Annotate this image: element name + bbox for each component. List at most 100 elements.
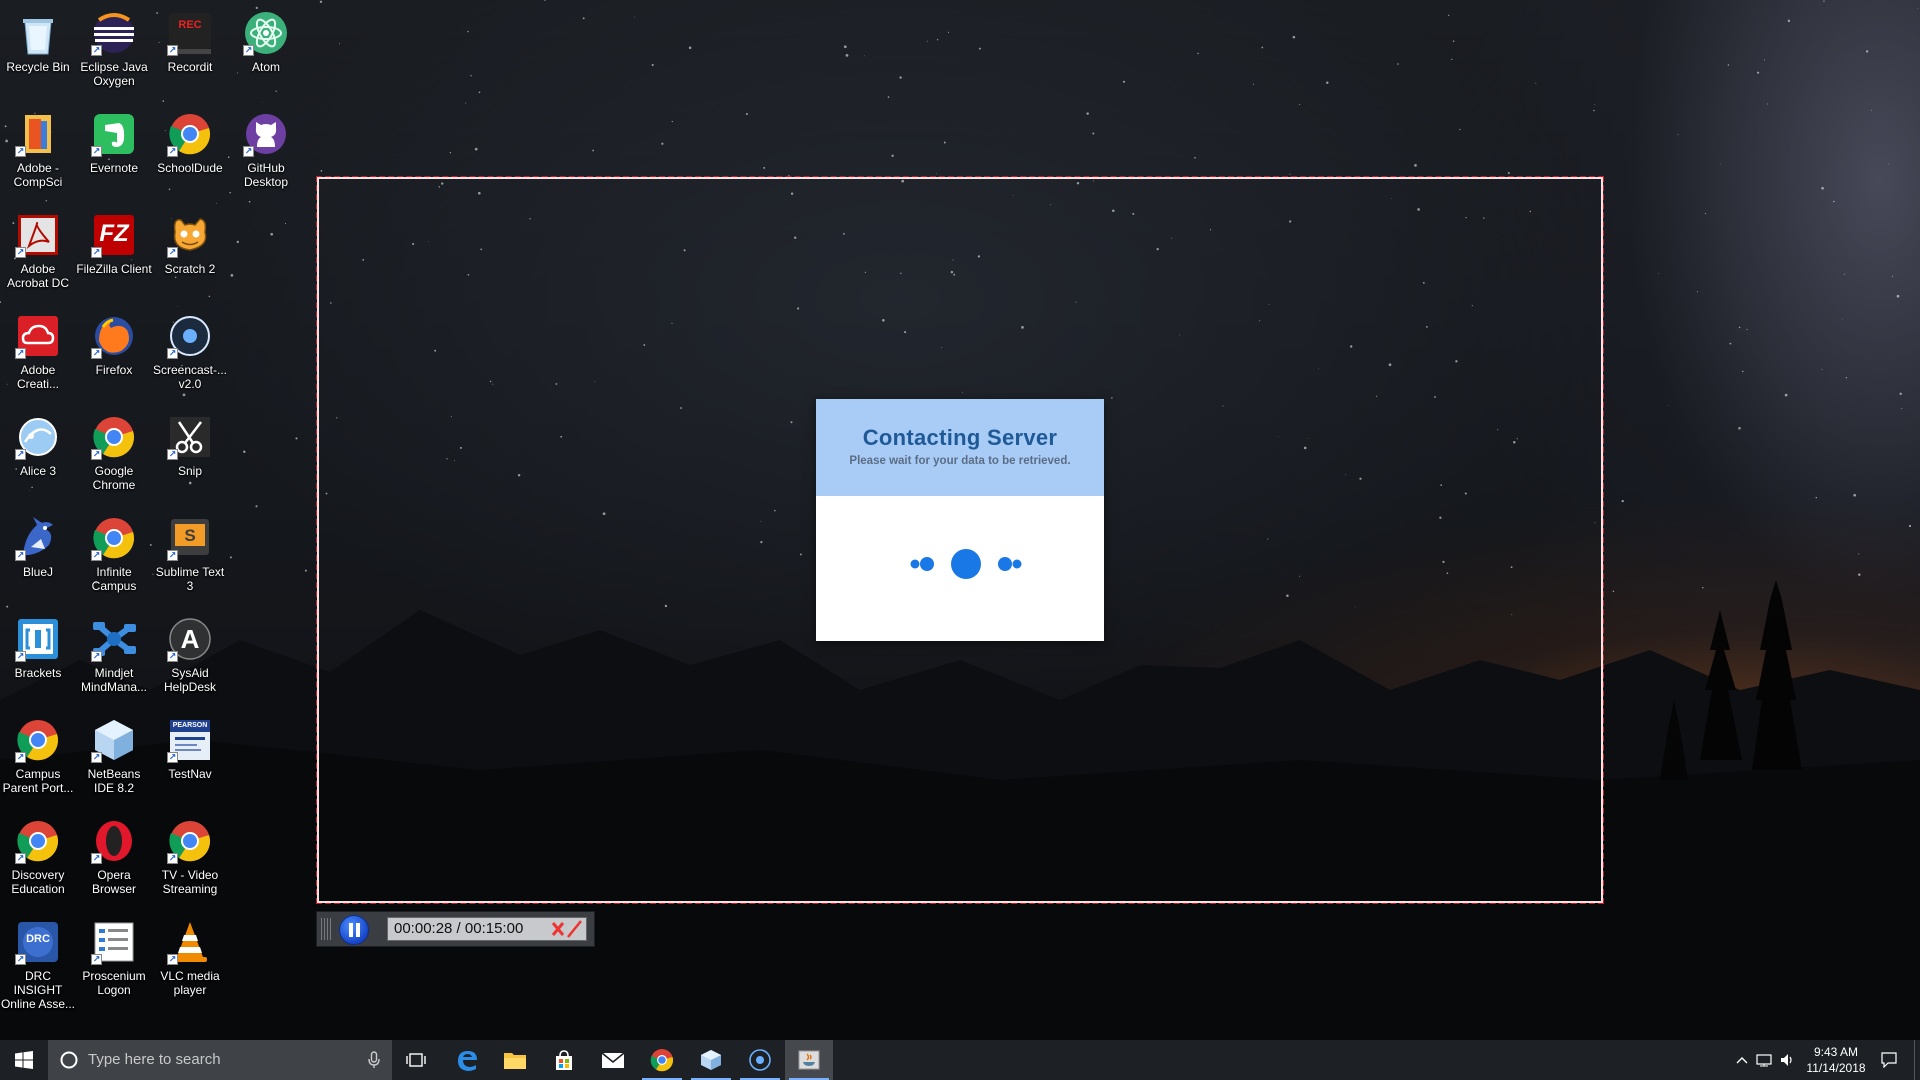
desktop-icon-google-chrome[interactable]: ↗ Google Chrome bbox=[76, 408, 152, 504]
chrome-icon bbox=[650, 1049, 674, 1072]
show-desktop-button[interactable] bbox=[1914, 1040, 1920, 1080]
desktop-icon-discovery-education[interactable]: ↗ Discovery Education bbox=[0, 812, 76, 908]
filezilla-icon: FZ ↗ bbox=[91, 212, 137, 258]
github-icon: ↗ bbox=[243, 111, 289, 157]
testnav-icon: PEARSON ↗ bbox=[167, 717, 213, 763]
desktop-icon-label: Scratch 2 bbox=[164, 262, 216, 276]
desktop-icon-bluej[interactable]: ↗ BlueJ bbox=[0, 509, 76, 605]
desktop-icon-firefox[interactable]: ↗ Firefox bbox=[76, 307, 152, 403]
desktop-icon-label: SchoolDude bbox=[157, 161, 223, 175]
desktop-icon-mindjet-mindmana[interactable]: ↗ Mindjet MindMana... bbox=[76, 610, 152, 706]
desktop-icon-testnav[interactable]: PEARSON ↗ TestNav bbox=[152, 711, 228, 807]
desktop-icon-label: NetBeans IDE 8.2 bbox=[87, 767, 141, 795]
desktop-icon-netbeans-ide-8-2[interactable]: ↗ NetBeans IDE 8.2 bbox=[76, 711, 152, 807]
desktop-icon-label: Opera Browser bbox=[91, 868, 136, 896]
screencast-icon bbox=[749, 1049, 771, 1071]
brackets-icon: ↗ bbox=[15, 616, 61, 662]
taskbar-java-app[interactable] bbox=[785, 1040, 833, 1080]
start-button[interactable] bbox=[0, 1040, 48, 1080]
shortcut-arrow-icon: ↗ bbox=[15, 348, 26, 359]
desktop-icon-sublime-text-3[interactable]: S ↗ Sublime Text 3 bbox=[152, 509, 228, 605]
firefox-icon: ↗ bbox=[91, 313, 137, 359]
desktop-icon-adobe-creati[interactable]: ↗ Adobe Creati... bbox=[0, 307, 76, 403]
volume-tray-button[interactable] bbox=[1778, 1040, 1798, 1080]
taskbar-edge[interactable] bbox=[443, 1040, 491, 1080]
desktop-icon-evernote[interactable]: ↗ Evernote bbox=[76, 105, 152, 201]
desktop-icon-snip[interactable]: ↗ Snip bbox=[152, 408, 228, 504]
desktop-icon-brackets[interactable]: ↗ Brackets bbox=[0, 610, 76, 706]
taskbar-mail[interactable] bbox=[589, 1040, 637, 1080]
speaker-muted-icon[interactable] bbox=[567, 920, 582, 938]
desktop-icon-recordit[interactable]: REC ↗ Recordit bbox=[152, 4, 228, 100]
shortcut-arrow-icon: ↗ bbox=[15, 853, 26, 864]
alice-icon: ↗ bbox=[15, 414, 61, 460]
drc-insight-icon: DRC ↗ bbox=[15, 919, 61, 965]
desktop-icon-drc-insight-online-asse[interactable]: DRC ↗ DRC INSIGHT Online Asse... bbox=[0, 913, 76, 1011]
shortcut-arrow-icon: ↗ bbox=[15, 550, 26, 561]
shortcut-arrow-icon: ↗ bbox=[15, 449, 26, 460]
desktop-icon-github-desktop[interactable]: ↗ GitHub Desktop bbox=[228, 105, 304, 201]
netbeans-icon bbox=[701, 1050, 721, 1070]
taskbar-search-box[interactable]: Type here to search bbox=[48, 1040, 392, 1080]
show-hidden-icons-button[interactable] bbox=[1732, 1040, 1752, 1080]
shortcut-arrow-icon: ↗ bbox=[167, 954, 178, 965]
screencast-icon: ↗ bbox=[167, 313, 213, 359]
chrome-icon: ↗ bbox=[91, 414, 137, 460]
task-view-button[interactable] bbox=[392, 1040, 440, 1080]
taskbar-file-explorer[interactable] bbox=[491, 1040, 539, 1080]
desktop-icon-vlc-media-player[interactable]: ↗ VLC media player bbox=[152, 913, 228, 1009]
desktop-icon-filezilla-client[interactable]: FZ ↗ FileZilla Client bbox=[76, 206, 152, 302]
clock-time: 9:43 AM bbox=[1813, 1045, 1859, 1059]
taskbar-store[interactable] bbox=[540, 1040, 588, 1080]
desktop-icon-label: Sublime Text 3 bbox=[155, 565, 225, 593]
store-icon bbox=[556, 1050, 572, 1070]
task-view-icon bbox=[406, 1053, 426, 1067]
desktop-icon-scratch-2[interactable]: ↗ Scratch 2 bbox=[152, 206, 228, 302]
icon-badge-text: S bbox=[184, 526, 196, 545]
desktop-icon-label: VLC media player bbox=[160, 969, 220, 997]
shortcut-arrow-icon: ↗ bbox=[91, 146, 102, 157]
shortcut-arrow-icon: ↗ bbox=[167, 550, 178, 561]
desktop-icon-label: GitHub Desktop bbox=[243, 161, 289, 189]
evernote-icon: ↗ bbox=[91, 111, 137, 157]
desktop-icon-alice-3[interactable]: ↗ Alice 3 bbox=[0, 408, 76, 504]
chrome-icon: ↗ bbox=[91, 515, 137, 561]
mindjet-icon: ↗ bbox=[91, 616, 137, 662]
action-center-button[interactable] bbox=[1872, 1040, 1906, 1080]
pause-recording-button[interactable] bbox=[339, 915, 369, 945]
desktop-icon-screencast-v2-0[interactable]: ↗ Screencast-... v2.0 bbox=[152, 307, 228, 403]
desktop-icon-proscenium-logon[interactable]: ↗ Proscenium Logon bbox=[76, 913, 152, 1009]
desktop-icon-eclipse-java-oxygen[interactable]: ↗ Eclipse Java Oxygen bbox=[76, 4, 152, 100]
sysaid-icon: A ↗ bbox=[167, 616, 213, 662]
desktop-icon-infinite-campus[interactable]: ↗ Infinite Campus bbox=[76, 509, 152, 605]
taskbar-netbeans[interactable] bbox=[687, 1040, 735, 1080]
scratch-icon: ↗ bbox=[167, 212, 213, 258]
drag-handle[interactable] bbox=[321, 918, 331, 940]
desktop-icon-label: FileZilla Client bbox=[76, 262, 152, 276]
shortcut-arrow-icon: ↗ bbox=[167, 449, 178, 460]
desktop-icon-adobe-compsci[interactable]: ↗ Adobe - CompSci bbox=[0, 105, 76, 201]
desktop-icon-sysaid-helpdesk[interactable]: A ↗ SysAid HelpDesk bbox=[152, 610, 228, 706]
recording-time-text: 00:00:28 / 00:15:00 bbox=[394, 920, 524, 937]
webcam-off-icon[interactable] bbox=[551, 922, 565, 936]
creative-cloud-icon: ↗ bbox=[15, 313, 61, 359]
shortcut-arrow-icon: ↗ bbox=[91, 247, 102, 258]
desktop-icon-opera-browser[interactable]: ↗ Opera Browser bbox=[76, 812, 152, 908]
icon-badge-text: FZ bbox=[99, 220, 129, 247]
network-tray-button[interactable] bbox=[1754, 1040, 1776, 1080]
shortcut-arrow-icon: ↗ bbox=[167, 853, 178, 864]
desktop-icon-adobe-acrobat-dc[interactable]: ↗ Adobe Acrobat DC bbox=[0, 206, 76, 302]
desktop-icon-atom[interactable]: ↗ Atom bbox=[228, 4, 304, 100]
chrome-icon: ↗ bbox=[167, 111, 213, 157]
taskbar-chrome[interactable] bbox=[638, 1040, 686, 1080]
desktop-icon-tv-video-streaming[interactable]: ↗ TV - Video Streaming bbox=[152, 812, 228, 908]
taskbar-clock[interactable]: 9:43 AM 11/14/2018 bbox=[1796, 1044, 1876, 1076]
microphone-icon[interactable] bbox=[368, 1051, 380, 1069]
taskbar-screencast[interactable] bbox=[736, 1040, 784, 1080]
desktop-icon-recycle-bin[interactable]: Recycle Bin bbox=[0, 4, 76, 100]
desktop-icon-label: Eclipse Java Oxygen bbox=[80, 60, 148, 88]
desktop-icon-label: Screencast-... v2.0 bbox=[152, 363, 228, 391]
desktop-icon-label: Adobe - CompSci bbox=[13, 161, 63, 189]
desktop-icon-campus-parent-port[interactable]: ↗ Campus Parent Port... bbox=[0, 711, 76, 807]
desktop-icon-schooldude[interactable]: ↗ SchoolDude bbox=[152, 105, 228, 201]
